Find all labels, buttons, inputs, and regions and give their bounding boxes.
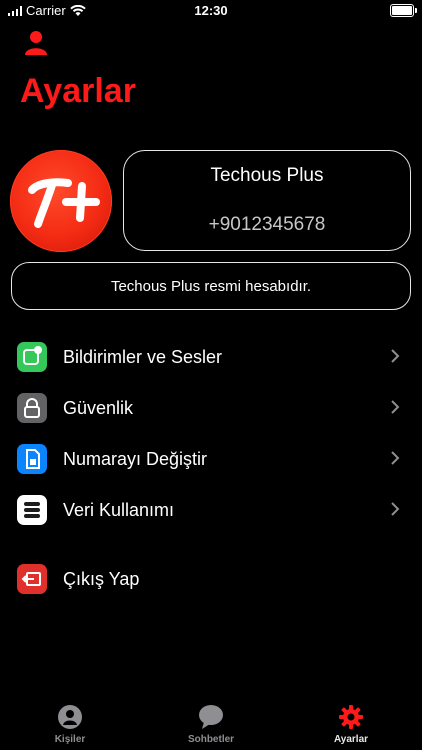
database-icon (17, 495, 47, 525)
menu-item-data-usage[interactable]: Veri Kullanımı (0, 491, 422, 531)
tab-settings[interactable]: Ayarlar (306, 704, 396, 745)
menu-label: Numarayı Değiştir (63, 449, 208, 469)
menu-item-security[interactable]: Güvenlik (0, 389, 422, 429)
menu-label: Bildirimler ve Sesler (63, 347, 223, 367)
page-title: Ayarlar (20, 72, 136, 110)
logout-button[interactable]: Çıkış Yap (0, 560, 422, 600)
status-time: 12:30 (194, 3, 228, 18)
tab-label: Kişiler (54, 734, 86, 745)
profile-name: Techous Plus (210, 165, 324, 186)
profile-card[interactable]: Techous Plus +9012345678 (123, 150, 411, 251)
menu-item-notifications[interactable]: Bildirimler ve Sesler (0, 338, 422, 378)
menu-label: Veri Kullanımı (63, 500, 175, 520)
sim-card-icon (17, 444, 47, 474)
profile-phone: +9012345678 (208, 214, 326, 235)
chevron-right-icon (391, 400, 400, 414)
chevron-right-icon (391, 349, 400, 363)
logout-label: Çıkış Yap (63, 569, 140, 589)
battery-icon (390, 4, 417, 17)
avatar[interactable] (10, 150, 112, 252)
gear-icon (339, 705, 363, 729)
profile-icon[interactable] (24, 30, 48, 56)
brand-logo-icon (28, 178, 100, 228)
chat-bubble-icon (199, 705, 223, 729)
menu-item-change-number[interactable]: Numarayı Değiştir (0, 440, 422, 480)
logout-icon (17, 564, 47, 594)
notification-icon (17, 342, 47, 372)
menu-label: Güvenlik (63, 398, 134, 418)
status-bar: Carrier 12:30 (0, 0, 422, 22)
tab-label: Ayarlar (333, 734, 369, 745)
tab-chats[interactable]: Sohbetler (166, 704, 256, 745)
chevron-right-icon (391, 502, 400, 516)
contacts-icon (58, 705, 82, 729)
tab-bar: Kişiler Sohbetler Ayarlar (0, 700, 422, 750)
tab-label: Sohbetler (187, 734, 235, 745)
chevron-right-icon (391, 451, 400, 465)
tab-contacts[interactable]: Kişiler (25, 704, 115, 745)
lock-icon (17, 393, 47, 423)
profile-bio[interactable]: Techous Plus resmi hesabıdır. (11, 262, 411, 310)
profile-bio-text: Techous Plus resmi hesabıdır. (110, 277, 312, 295)
